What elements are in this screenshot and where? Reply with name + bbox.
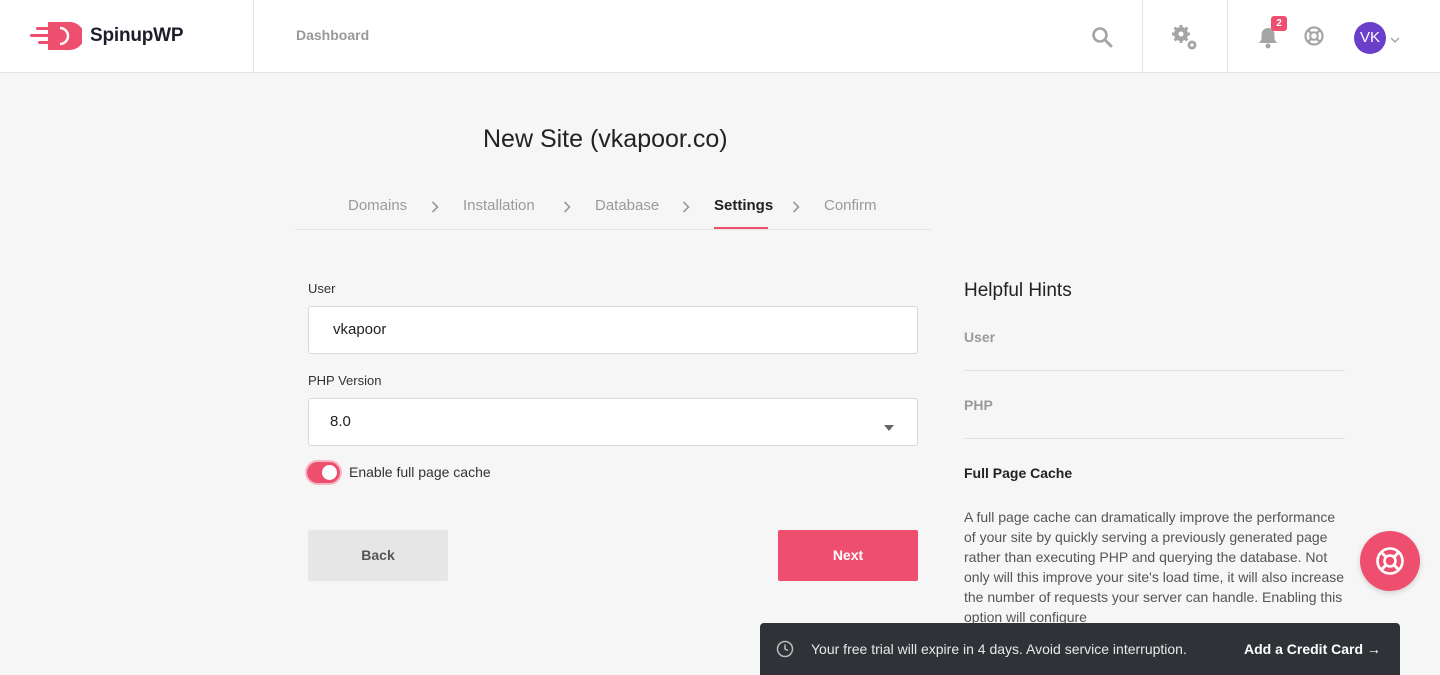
back-button[interactable]: Back (308, 530, 448, 581)
full-page-cache-toggle[interactable] (307, 462, 340, 483)
clock-icon (776, 640, 794, 663)
chevron-right-icon (431, 200, 439, 218)
hint-divider (964, 438, 1345, 439)
step-domains[interactable]: Domains (348, 197, 407, 214)
user-label: User (308, 281, 336, 296)
step-installation[interactable]: Installation (463, 197, 535, 214)
toggle-knob (322, 465, 337, 480)
wizard-steps: Domains Installation Database Settings C… (295, 190, 931, 230)
chevron-right-icon (563, 200, 571, 218)
full-page-cache-label: Enable full page cache (349, 464, 491, 480)
php-version-label: PHP Version (308, 373, 382, 388)
step-settings[interactable]: Settings (714, 197, 773, 214)
nav-dashboard-link[interactable]: Dashboard (296, 27, 369, 43)
caret-down-icon (884, 418, 894, 436)
helpful-hints-title: Helpful Hints (964, 280, 1072, 301)
hint-divider (964, 370, 1345, 371)
avatar[interactable]: VK (1354, 22, 1386, 54)
lifebuoy-icon (1376, 547, 1404, 575)
chevron-right-icon (792, 200, 800, 218)
next-button[interactable]: Next (778, 530, 918, 581)
php-version-select[interactable]: 8.0 (308, 398, 918, 446)
hint-user[interactable]: User (964, 329, 995, 345)
spinupwp-logo-icon (30, 22, 82, 50)
help-button[interactable] (1360, 531, 1420, 591)
hint-full-page-cache[interactable]: Full Page Cache (964, 465, 1072, 481)
step-database[interactable]: Database (595, 197, 659, 214)
step-confirm[interactable]: Confirm (824, 197, 877, 214)
hint-php[interactable]: PHP (964, 397, 993, 413)
header-divider (1227, 0, 1228, 72)
chevron-right-icon (682, 200, 690, 218)
trial-message: Your free trial will expire in 4 days. A… (811, 641, 1187, 657)
logo[interactable]: SpinupWP (30, 20, 184, 52)
gear-icon[interactable] (1171, 24, 1199, 52)
user-input[interactable]: vkapoor (308, 306, 918, 354)
search-icon[interactable] (1091, 26, 1113, 48)
hint-full-page-cache-text: A full page cache can dramatically impro… (964, 509, 1345, 625)
help-globe-icon[interactable] (1304, 26, 1324, 46)
page-title: New Site (vkapoor.co) (483, 125, 728, 153)
header-divider (253, 0, 254, 72)
top-bar: SpinupWP Dashboard 2 VK (0, 0, 1440, 73)
add-credit-card-link[interactable]: Add a Credit Card → (1244, 641, 1381, 657)
header-divider (1142, 0, 1143, 72)
trial-banner: Your free trial will expire in 4 days. A… (760, 623, 1400, 675)
logo-text: SpinupWP (90, 25, 184, 46)
chevron-down-icon[interactable] (1390, 31, 1400, 49)
notification-badge: 2 (1271, 16, 1287, 31)
active-step-indicator (714, 227, 768, 229)
